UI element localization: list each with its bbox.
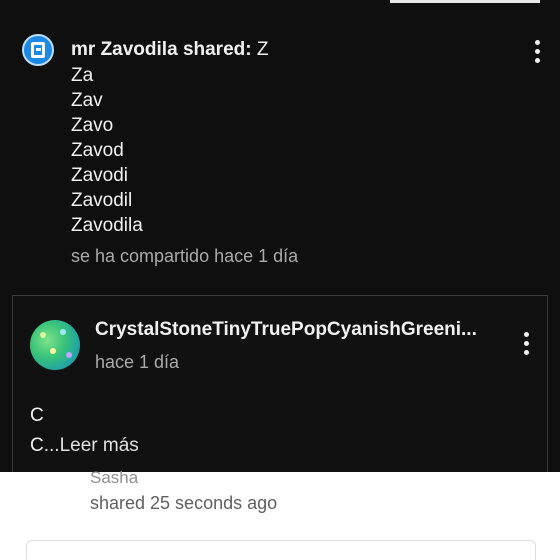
card-body-line: C: [30, 435, 44, 456]
next-post-timestamp: shared 25 seconds ago: [90, 493, 278, 513]
shared-comment-card[interactable]: CrystalStoneTinyTruePopCyanishGreeni... …: [12, 295, 548, 475]
shared-label: shared:: [182, 39, 252, 60]
post-line: Za: [71, 65, 94, 86]
card-body: C C...Leer más: [30, 401, 139, 461]
post-timestamp: se ha compartido hace 1 día: [71, 246, 299, 266]
author-avatar[interactable]: [22, 34, 54, 66]
next-post-preview: Sasha shared 25 seconds ago: [0, 468, 560, 560]
app-logo-icon: [31, 42, 45, 58]
post-line: Zavodi: [71, 165, 129, 186]
card-more-options-icon[interactable]: [516, 329, 536, 357]
card-timestamp: hace 1 día: [95, 352, 180, 372]
author-name[interactable]: mr Zavodila: [71, 39, 178, 60]
cut-author-name: Sasha: [90, 468, 139, 487]
community-post: mr Zavodila shared: Z Za Zav Zavo Zavod …: [0, 0, 560, 266]
post-text: Za Zav Zavo Zavod Zavodi Zavodil Zavodil…: [71, 63, 143, 238]
post-line: Zavodil: [71, 190, 133, 211]
post-line: Zavo: [71, 115, 114, 136]
channel-name[interactable]: CrystalStoneTinyTruePopCyanishGreeni...: [95, 319, 495, 341]
post-line: Zav: [71, 90, 103, 111]
post-more-options-icon[interactable]: [527, 37, 547, 65]
post-line: Zavodila: [71, 215, 143, 236]
channel-avatar[interactable]: [30, 320, 80, 370]
post-line: Zavod: [71, 140, 124, 161]
card-body-line: C: [30, 405, 44, 426]
post-first-line: Z: [256, 39, 269, 60]
post-header: mr Zavodila shared: Z: [71, 39, 268, 61]
next-post-content-box: [26, 540, 536, 560]
read-more-link[interactable]: ...Leer más: [44, 435, 139, 456]
